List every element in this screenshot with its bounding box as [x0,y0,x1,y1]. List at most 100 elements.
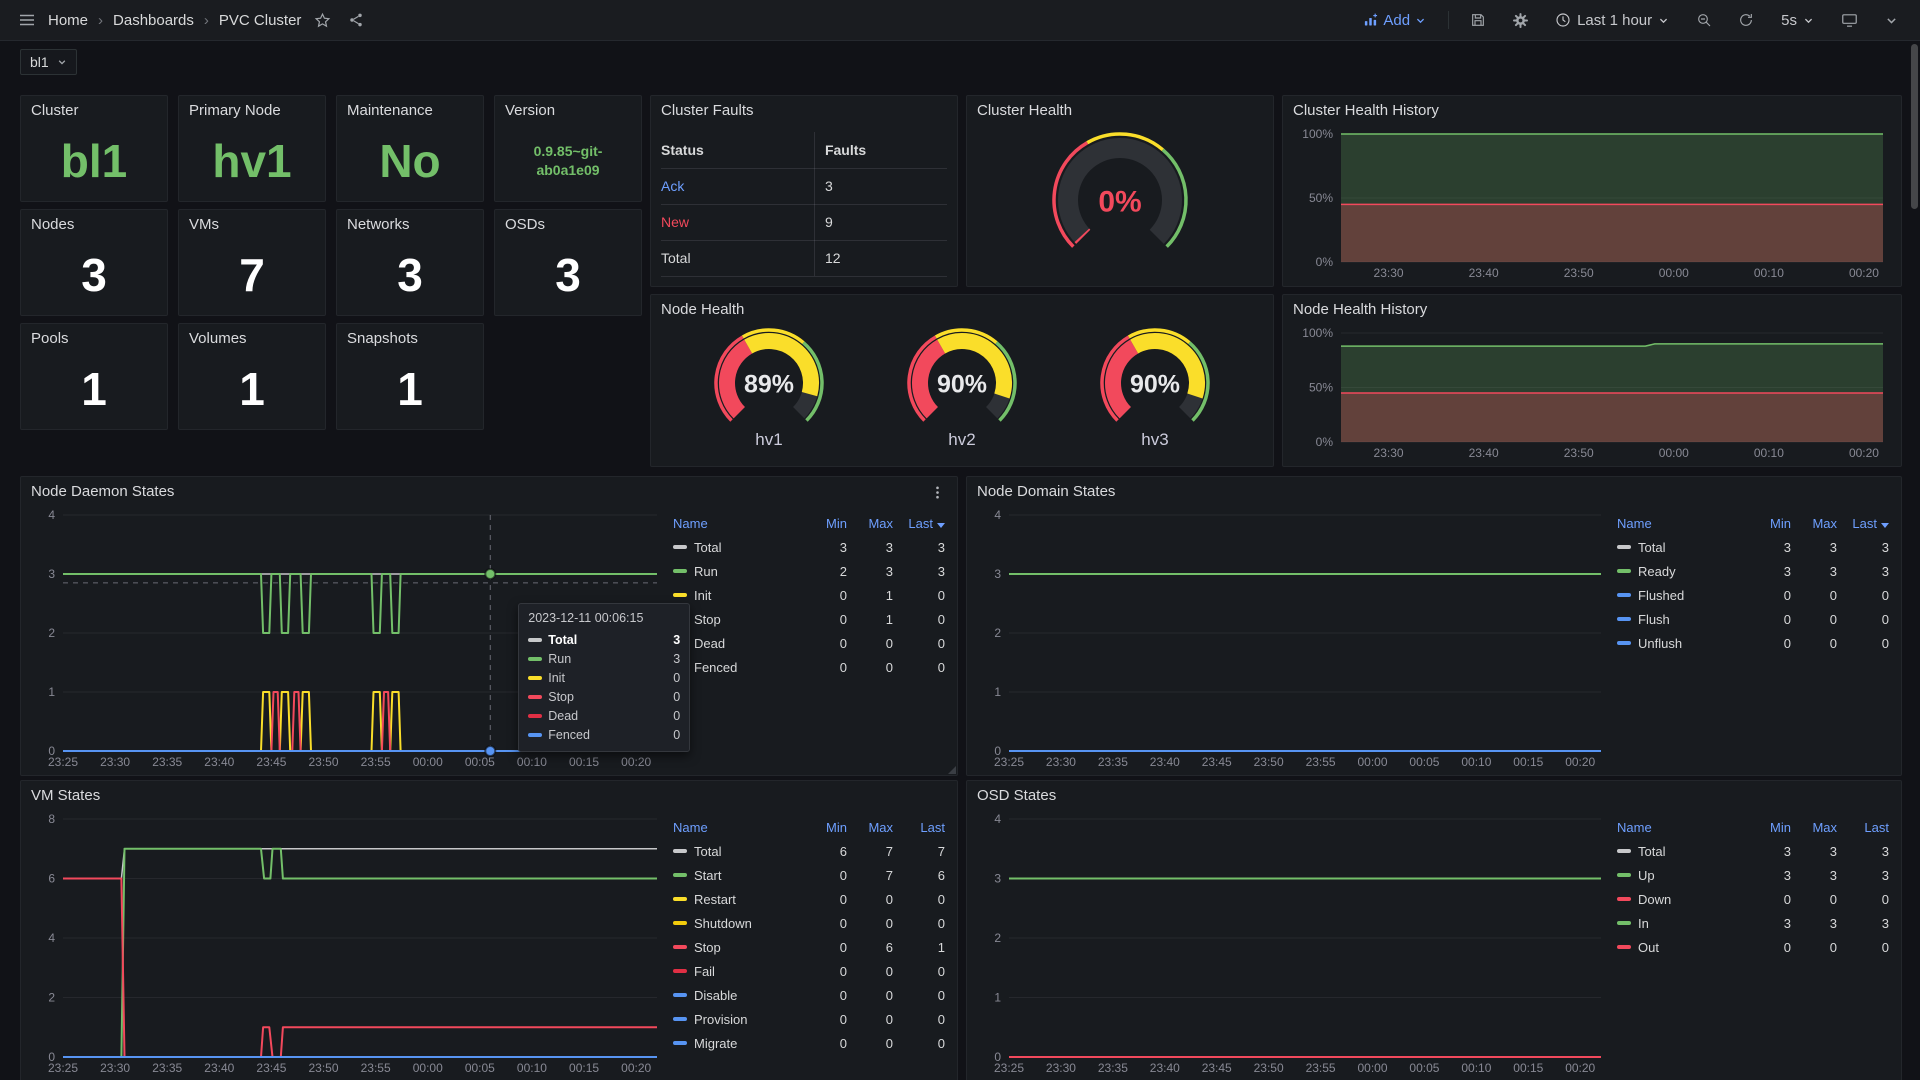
legend-row[interactable]: Fenced000 [673,655,945,679]
refresh-interval-dropdown[interactable]: 5s [1775,11,1820,30]
legend-column-header[interactable]: Last [1837,516,1889,531]
legend-column-header[interactable]: Name [673,820,801,835]
legend-row[interactable]: Dead000 [673,631,945,655]
panel-title[interactable]: Pools [21,324,167,354]
svg-text:00:10: 00:10 [517,1061,547,1075]
legend-row[interactable]: Stop061 [673,935,945,959]
chart-area[interactable]: 0123423:2523:3023:3523:4023:4523:5023:55… [29,507,665,771]
legend-row[interactable]: Migrate000 [673,1031,945,1055]
menu-button[interactable] [14,7,40,33]
legend-row[interactable]: Flushed000 [1617,583,1889,607]
legend-column-header[interactable]: Max [847,516,893,531]
legend-row[interactable]: Out000 [1617,935,1889,959]
legend-column-header[interactable]: Last [893,516,945,531]
legend-column-header[interactable]: Last [893,820,945,835]
legend-row[interactable]: Unflush000 [1617,631,1889,655]
panel-title[interactable]: Node Daemon States [21,477,957,507]
navbar-collapse-button[interactable] [1878,7,1904,33]
add-panel-button[interactable]: Add [1357,11,1432,30]
panel-title[interactable]: Node Domain States [967,477,1901,507]
legend-column-header[interactable]: Name [673,516,801,531]
star-icon [314,12,331,29]
panel-title[interactable]: Node Health [651,295,1273,325]
share-button[interactable] [343,7,369,33]
panel-title[interactable]: Node Health History [1283,295,1901,325]
legend-row[interactable]: Up333 [1617,863,1889,887]
chart-area[interactable]: 0%50%100%23:3023:4023:5000:0000:1000:20 [1291,126,1891,282]
panel-resize-handle[interactable] [948,766,956,774]
series-color-icon [1617,897,1631,901]
time-range-picker[interactable]: Last 1 hour [1549,11,1675,30]
legend-row[interactable]: Flush000 [1617,607,1889,631]
chart-svg: 0123423:2523:3023:3523:4023:4523:5023:55… [975,507,1609,771]
panel-title[interactable]: OSDs [495,210,641,240]
zoom-out-button[interactable] [1691,7,1717,33]
legend-column-header[interactable]: Max [1791,516,1837,531]
legend-row[interactable]: Down000 [1617,887,1889,911]
legend-row[interactable]: Restart000 [673,887,945,911]
sort-caret-icon [937,523,945,528]
panel-title[interactable]: Cluster Health History [1283,96,1901,126]
chart-area[interactable]: 0123423:2523:3023:3523:4023:4523:5023:55… [975,507,1609,771]
panel-title[interactable]: Volumes [179,324,325,354]
panel-title[interactable]: Cluster Faults [651,96,957,126]
dashboard-settings-button[interactable] [1507,7,1533,33]
legend-row[interactable]: Provision000 [673,1007,945,1031]
breadcrumb-dashboards[interactable]: Dashboards [113,12,194,29]
chart-area[interactable]: 0246823:2523:3023:3523:4023:4523:5023:55… [29,811,665,1077]
legend-column-header[interactable]: Name [1617,516,1745,531]
panel-primary-node: Primary Node hv1 [178,95,326,202]
legend-row[interactable]: Total333 [673,535,945,559]
legend-row[interactable]: Total677 [673,839,945,863]
panel-title[interactable]: Version [495,96,641,126]
legend-row[interactable]: Total333 [1617,535,1889,559]
legend-row[interactable]: Start076 [673,863,945,887]
panel-title[interactable]: Nodes [21,210,167,240]
legend-row[interactable]: Fail000 [673,959,945,983]
refresh-button[interactable] [1733,7,1759,33]
fault-status-ack[interactable]: Ack [661,168,814,205]
variable-dropdown[interactable]: bl1 [20,49,77,75]
chart-legend: NameMinMaxLast Total677Start076Restart000… [673,815,945,1055]
legend-column-header[interactable]: Max [1791,820,1837,835]
legend-column-header[interactable]: Min [801,516,847,531]
panel-title[interactable]: Snapshots [337,324,483,354]
panel-title[interactable]: Primary Node [179,96,325,126]
legend-column-header[interactable]: Last [1837,820,1889,835]
panel-title[interactable]: Maintenance [337,96,483,126]
legend-column-header[interactable]: Name [1617,820,1745,835]
legend-row[interactable]: Total333 [1617,839,1889,863]
legend-column-header[interactable]: Min [1745,820,1791,835]
legend-row[interactable]: Init010 [673,583,945,607]
legend-row[interactable]: Stop010 [673,607,945,631]
legend-column-header[interactable]: Min [1745,516,1791,531]
legend-row[interactable]: In333 [1617,911,1889,935]
panel-menu-button[interactable] [924,484,951,501]
legend-row[interactable]: Shutdown000 [673,911,945,935]
tv-mode-button[interactable] [1836,7,1862,33]
refresh-interval-label: 5s [1781,12,1797,29]
svg-text:100%: 100% [1302,127,1333,141]
legend-row[interactable]: Disable000 [673,983,945,1007]
favorite-button[interactable] [309,7,335,33]
chart-area[interactable]: 0123423:2523:3023:3523:4023:4523:5023:55… [975,811,1609,1077]
panel-title[interactable]: Cluster [21,96,167,126]
legend-row[interactable]: Ready333 [1617,559,1889,583]
chart-area[interactable]: 0%50%100%23:3023:4023:5000:0000:1000:20 [1291,325,1891,462]
panel-title[interactable]: VM States [21,781,957,811]
breadcrumb-home[interactable]: Home [48,12,88,29]
legend-column-header[interactable]: Min [801,820,847,835]
legend-column-header[interactable]: Max [847,820,893,835]
cluster-health-gauge: 0% [967,126,1273,286]
panel-title[interactable]: Cluster Health [967,96,1273,126]
svg-text:23:55: 23:55 [361,1061,391,1075]
svg-text:23:50: 23:50 [1254,755,1284,769]
fault-status-new[interactable]: New [661,204,814,241]
save-icon [1470,12,1486,28]
page-scrollbar[interactable] [1911,44,1918,209]
save-dashboard-button[interactable] [1465,7,1491,33]
panel-title[interactable]: OSD States [967,781,1901,811]
panel-title[interactable]: VMs [179,210,325,240]
panel-title[interactable]: Networks [337,210,483,240]
legend-row[interactable]: Run233 [673,559,945,583]
